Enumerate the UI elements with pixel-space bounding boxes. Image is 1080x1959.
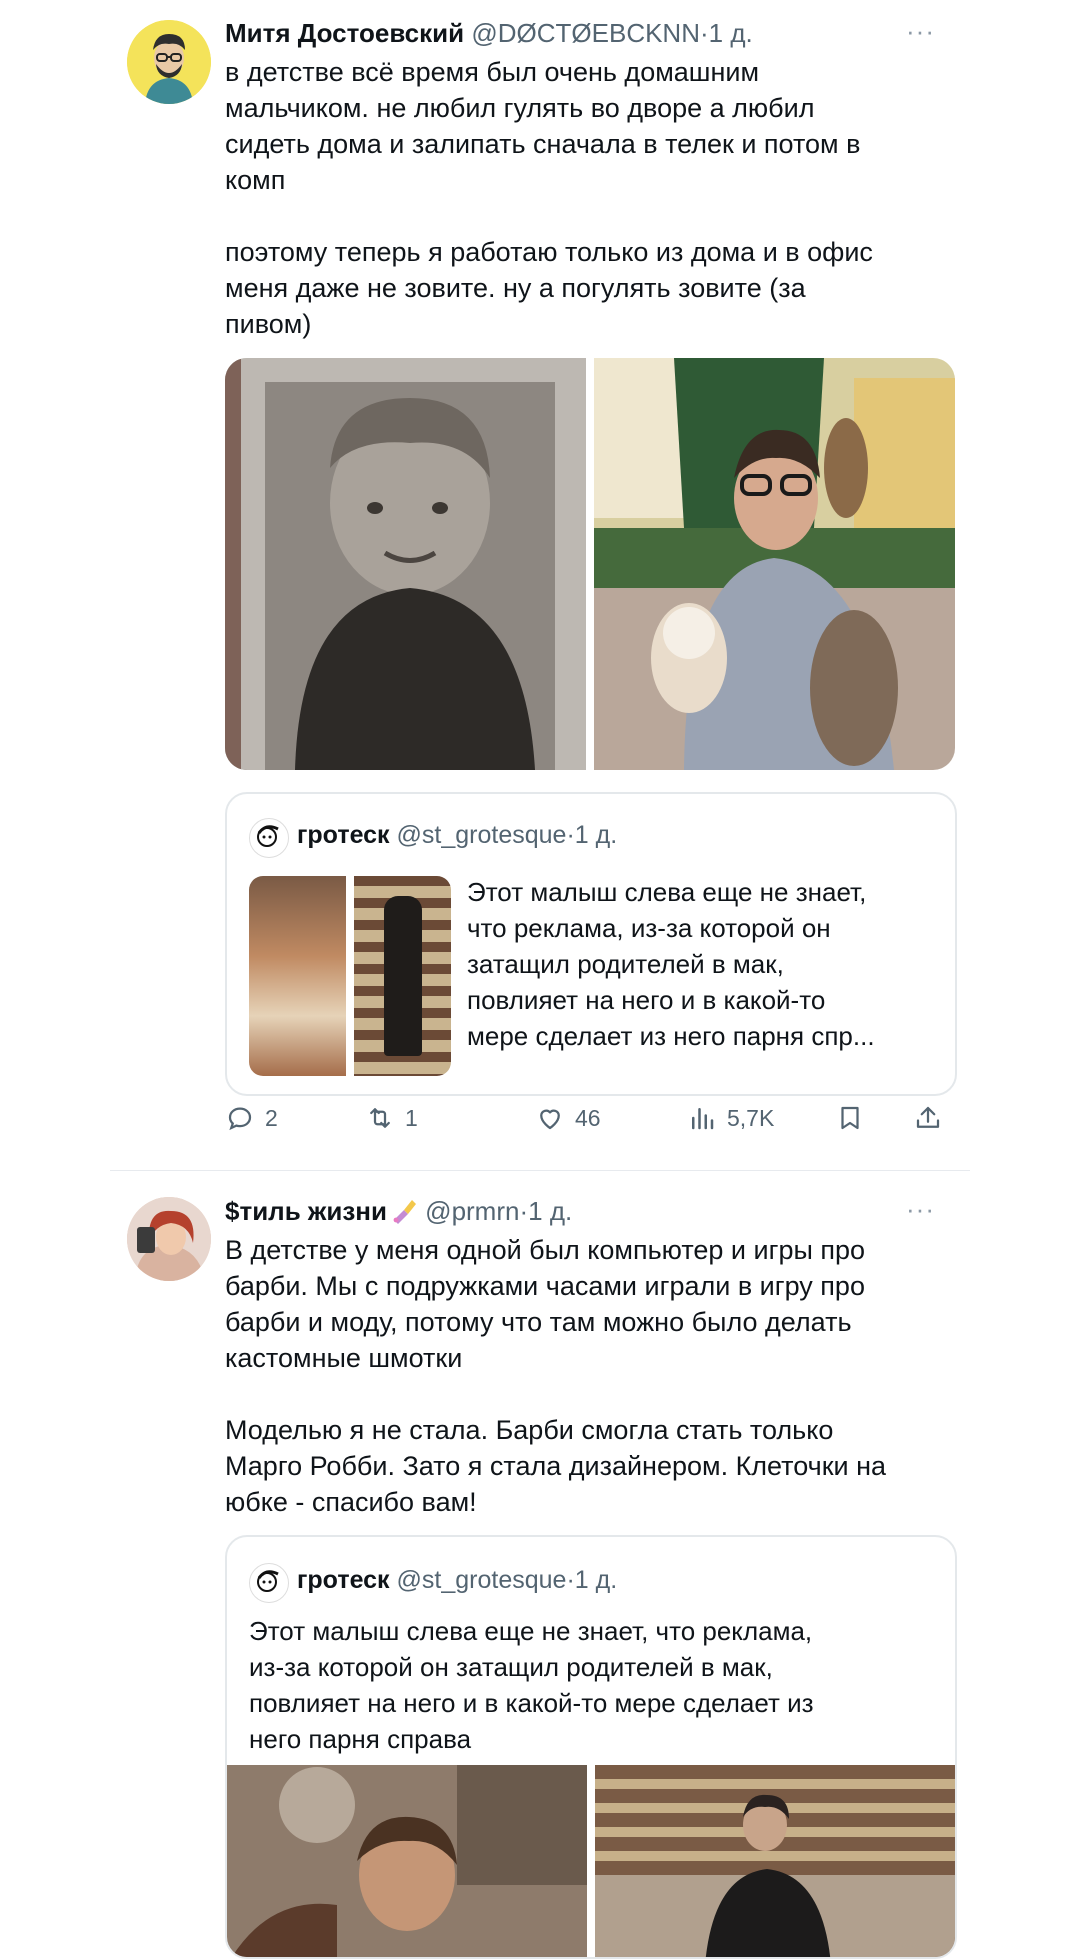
quote-header: гротеск @st_grotesque·1 д. (297, 1564, 617, 1596)
quote-avatar[interactable] (249, 818, 289, 858)
quoted-tweet[interactable]: гротеск @st_grotesque·1 д. Этот малыш сл… (225, 792, 957, 1096)
author-name[interactable]: $тиль жизни (225, 1196, 387, 1226)
retweet-icon (370, 1108, 390, 1128)
action-bar: 2 1 46 5,7K (225, 1103, 955, 1143)
quoted-tweet[interactable]: гротеск @st_grotesque·1 д. Этот малыш сл… (225, 1535, 957, 1959)
retweet-count: 1 (405, 1104, 418, 1131)
bookmark-icon (841, 1106, 859, 1130)
nail-polish-emoji (390, 1196, 418, 1224)
heart-icon (540, 1109, 560, 1130)
separator-dot: · (566, 821, 575, 849)
quote-photo-child[interactable] (249, 876, 346, 1076)
bookmark-button[interactable] (835, 1103, 865, 1133)
more-options-icon[interactable]: ··· (906, 16, 935, 47)
quote-timestamp[interactable]: 1 д. (575, 1566, 617, 1594)
reply-icon (228, 1107, 252, 1131)
tweet[interactable]: $тиль жизни @prmrn·1 д. ··· В детстве у … (110, 1171, 970, 1959)
timeline: Митя Достоевский @DØCTØEBCKNN·1 д. ··· в… (110, 0, 970, 1959)
quote-author-handle[interactable]: @st_grotesque (397, 821, 567, 849)
like-button[interactable]: 46 (535, 1103, 601, 1133)
author-name[interactable]: Митя Достоевский (225, 18, 464, 48)
quote-author-handle[interactable]: @st_grotesque (397, 1566, 567, 1594)
quote-avatar[interactable] (249, 1563, 289, 1603)
quote-photo-child[interactable] (227, 1765, 587, 1957)
retweet-button[interactable]: 1 (365, 1103, 418, 1133)
avatar[interactable] (127, 1197, 211, 1281)
tweet-header: $тиль жизни @prmrn·1 д. (225, 1194, 572, 1228)
share-button[interactable] (913, 1103, 943, 1133)
timestamp[interactable]: 1 д. (709, 18, 753, 48)
quote-header: гротеск @st_grotesque·1 д. (297, 819, 617, 851)
quote-timestamp[interactable]: 1 д. (575, 821, 617, 849)
quote-photo-library[interactable] (595, 1765, 955, 1957)
quote-author-name[interactable]: гротеск (297, 1566, 390, 1594)
tweet[interactable]: Митя Достоевский @DØCTØEBCKNN·1 д. ··· в… (110, 0, 970, 1170)
like-count: 46 (575, 1104, 601, 1131)
share-icon (916, 1106, 940, 1128)
tweet-media[interactable] (225, 358, 955, 770)
author-handle[interactable]: @prmrn (425, 1196, 519, 1226)
avatar[interactable] (127, 20, 211, 104)
more-options-icon[interactable]: ··· (906, 1194, 935, 1225)
separator-dot: · (566, 1566, 575, 1594)
separator-dot: · (700, 18, 709, 48)
views-count: 5,7K (727, 1104, 775, 1131)
quote-media[interactable] (249, 876, 451, 1076)
quote-author-name[interactable]: гротеск (297, 821, 390, 849)
author-handle[interactable]: @DØCTØEBCKNN (471, 18, 700, 48)
quote-media[interactable] (227, 1765, 955, 1957)
tweet-header: Митя Достоевский @DØCTØEBCKNN·1 д. (225, 16, 753, 50)
timestamp[interactable]: 1 д. (528, 1196, 572, 1226)
owls-photo[interactable] (594, 358, 955, 770)
childhood-photo[interactable] (225, 358, 586, 770)
quote-photo-library[interactable] (354, 876, 451, 1076)
tweet-text: в детстве всё время был очень домашним м… (225, 57, 873, 339)
quote-text: Этот малыш слева еще не знает, что рекла… (467, 877, 875, 1051)
tweet-text: В детстве у меня одной был компьютер и и… (225, 1235, 887, 1517)
reply-count: 2 (265, 1104, 278, 1131)
reply-button[interactable]: 2 (225, 1103, 278, 1133)
analytics-icon (692, 1108, 714, 1130)
separator-dot: · (519, 1196, 529, 1226)
quote-text: Этот малыш слева еще не знает, что рекла… (249, 1616, 814, 1754)
views-button[interactable]: 5,7K (687, 1103, 774, 1133)
